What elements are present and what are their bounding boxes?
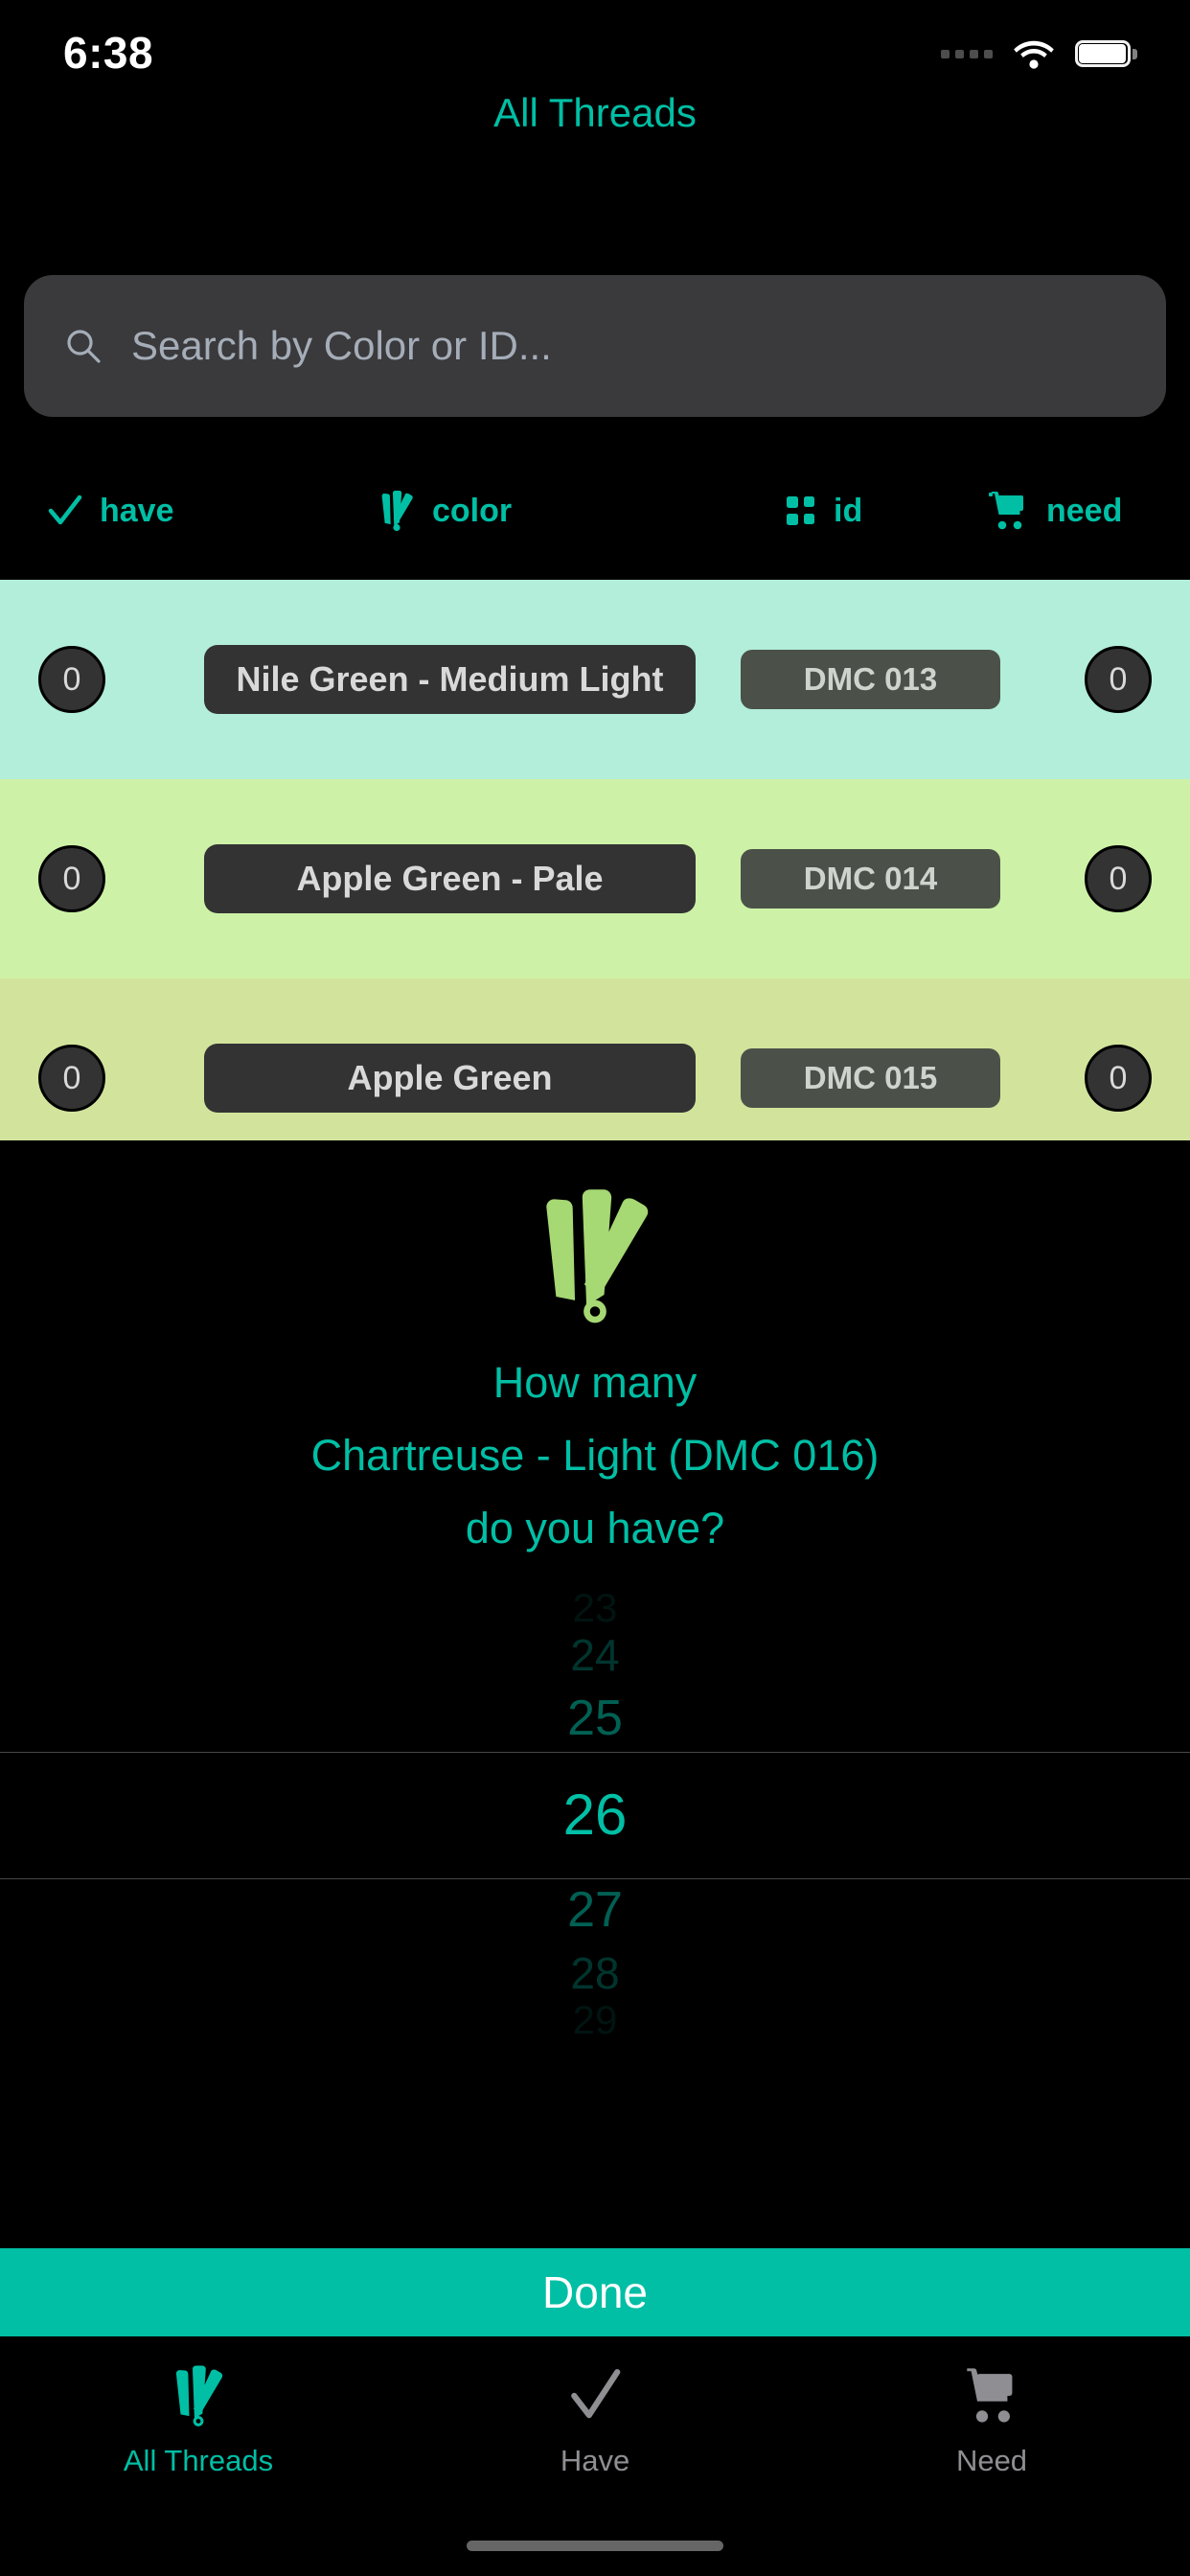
sort-by-id-button[interactable]: id <box>784 493 862 530</box>
need-count-badge[interactable]: 0 <box>1085 646 1152 713</box>
shopping-cart-icon <box>960 2361 1023 2430</box>
tab-need[interactable]: Need <box>793 2336 1190 2478</box>
search-icon <box>64 327 103 365</box>
app-screen: 6:38 All Threads Search by Color or ID..… <box>0 0 1190 2576</box>
picker-prompt-line-2: Chartreuse - Light (DMC 016) <box>310 1431 880 1480</box>
thread-list: 0 Nile Green - Medium Light DMC 013 0 0 … <box>0 580 1190 1178</box>
picker-prompt: How many Chartreuse - Light (DMC 016) do… <box>0 1346 1190 1565</box>
thread-id-chip[interactable]: DMC 014 <box>741 849 1000 908</box>
quantity-picker-wheel[interactable]: 23 24 25 26 27 28 29 <box>0 1591 1190 2099</box>
picker-option[interactable]: 29 <box>0 1997 1190 2042</box>
status-bar-indicators <box>941 28 1137 69</box>
battery-full-icon <box>1075 40 1137 67</box>
picker-option[interactable]: 24 <box>0 1625 1190 1685</box>
tab-have[interactable]: Have <box>397 2336 793 2478</box>
sort-color-label: color <box>432 492 513 529</box>
search-input[interactable]: Search by Color or ID... <box>131 323 552 369</box>
tab-have-label: Have <box>560 2444 630 2477</box>
tab-all-threads[interactable]: All Threads <box>0 2336 397 2478</box>
have-count-badge[interactable]: 0 <box>38 646 105 713</box>
table-row[interactable]: 0 Nile Green - Medium Light DMC 013 0 <box>0 580 1190 779</box>
sort-id-label: id <box>834 492 863 529</box>
thread-name-chip[interactable]: Apple Green <box>204 1044 696 1113</box>
sort-filter-row: have color id need <box>0 458 1190 564</box>
shopping-cart-icon <box>987 491 1031 531</box>
picker-selection-divider-bottom <box>0 1878 1190 1879</box>
sort-by-color-button[interactable]: color <box>377 490 512 532</box>
thread-fan-icon <box>377 490 417 532</box>
thread-fan-icon <box>523 1186 667 1330</box>
thread-name-chip[interactable]: Apple Green - Pale <box>204 844 696 913</box>
picker-option[interactable]: 25 <box>0 1685 1190 1752</box>
need-count-badge[interactable]: 0 <box>1085 1045 1152 1112</box>
cellular-dots-icon <box>941 49 993 58</box>
tab-need-label: Need <box>955 2444 1028 2477</box>
thread-id-chip[interactable]: DMC 015 <box>741 1048 1000 1108</box>
done-button[interactable]: Done <box>0 2248 1190 2336</box>
search-input-container[interactable]: Search by Color or ID... <box>24 275 1166 417</box>
home-indicator[interactable] <box>467 2541 723 2551</box>
wifi-icon <box>1014 39 1054 69</box>
picker-prompt-line-3: do you have? <box>465 1504 725 1552</box>
picker-option-selected[interactable]: 26 <box>0 1752 1190 1876</box>
table-row[interactable]: 0 Apple Green - Pale DMC 014 0 <box>0 779 1190 978</box>
status-bar: 6:38 <box>0 0 1190 96</box>
quantity-picker-panel: How many Chartreuse - Light (DMC 016) do… <box>0 1140 1190 2252</box>
bottom-tab-bar: All Threads Have Need <box>0 2336 1190 2576</box>
sort-by-need-button[interactable]: need <box>987 491 1122 531</box>
thread-id-chip[interactable]: DMC 013 <box>741 650 1000 709</box>
sort-by-have-button[interactable]: have <box>46 492 174 530</box>
picker-option[interactable]: 23 <box>0 1591 1190 1630</box>
thread-fan-icon <box>166 2361 231 2430</box>
picker-selection-divider-top <box>0 1752 1190 1753</box>
thread-name-chip[interactable]: Nile Green - Medium Light <box>204 645 696 714</box>
picker-prompt-line-1: How many <box>492 1358 698 1407</box>
have-count-badge[interactable]: 0 <box>38 1045 105 1112</box>
sort-need-label: need <box>1046 492 1123 529</box>
picker-option[interactable]: 27 <box>0 1876 1190 1944</box>
status-bar-clock: 6:38 <box>63 28 154 78</box>
sort-have-label: have <box>100 492 174 529</box>
picker-option[interactable]: 28 <box>0 1944 1190 2003</box>
checkmark-icon <box>46 492 84 530</box>
need-count-badge[interactable]: 0 <box>1085 845 1152 912</box>
search-bar[interactable]: Search by Color or ID... <box>24 275 1166 417</box>
have-count-badge[interactable]: 0 <box>38 845 105 912</box>
page-title: All Threads <box>493 90 697 135</box>
checkmark-icon <box>565 2361 625 2430</box>
grid-squares-icon <box>784 494 818 528</box>
tab-all-threads-label: All Threads <box>123 2444 274 2477</box>
